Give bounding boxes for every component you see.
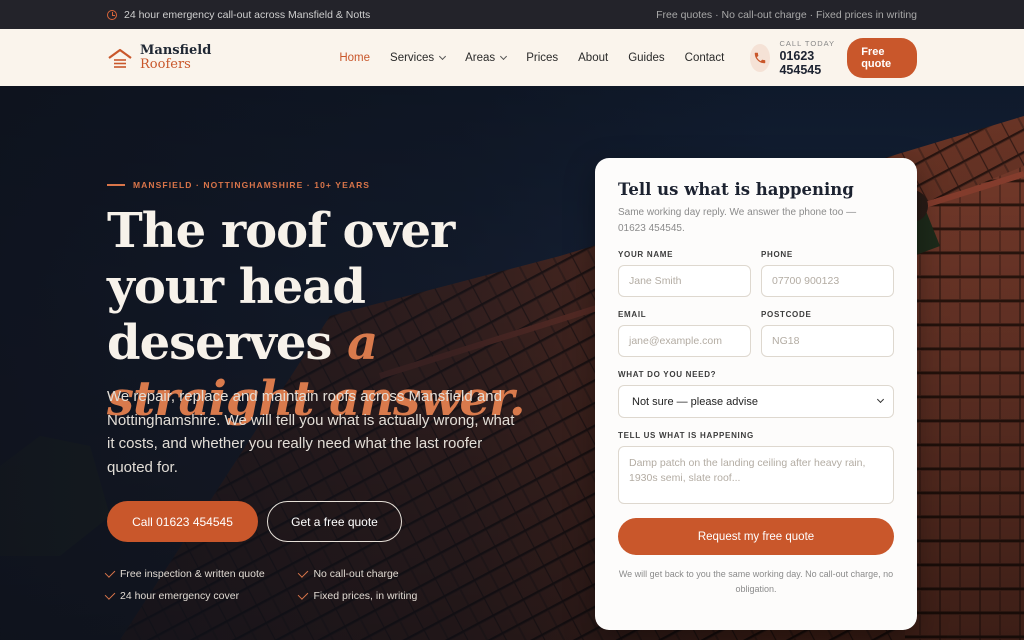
nav-item-areas[interactable]: Areas: [465, 51, 508, 64]
benefit-text: Fixed prices, in writing: [313, 590, 418, 602]
phone-group: PHONE 07700 900123: [761, 250, 894, 297]
need-label: WHAT DO YOU NEED?: [618, 370, 717, 379]
chevron-down-icon: [876, 395, 885, 404]
form-subtitle: Same working day reply. We answer the ph…: [618, 207, 857, 234]
nav-label: Home: [339, 51, 371, 64]
nav-item-contact[interactable]: Contact: [685, 52, 725, 64]
quote-form: Tell us what is happening Same working d…: [595, 158, 917, 630]
postcode-group: POSTCODE NG18: [761, 310, 894, 357]
nav-item-prices[interactable]: Prices: [526, 52, 558, 64]
call-number[interactable]: 01623 454545: [779, 49, 837, 77]
need-select[interactable]: Not sure — please advise: [618, 385, 894, 418]
form-row: YOUR NAME Jane Smith PHONE 07700 900123: [618, 250, 894, 297]
emergency-notice: 24 hour emergency call-out across Mansfi…: [107, 9, 370, 21]
nav-item-about[interactable]: About: [578, 52, 608, 64]
chevron-down-icon: [439, 52, 447, 60]
name-field[interactable]: Jane Smith: [618, 265, 751, 297]
benefit-text: No call-out charge: [313, 568, 399, 580]
usp-text: Free quotes · No call-out charge · Fixed…: [656, 8, 917, 21]
eyebrow-text: MANSFIELD · NOTTINGHAMSHIRE · 10+ YEARS: [133, 180, 371, 190]
details-textarea[interactable]: Damp patch on the landing ceiling after …: [618, 446, 894, 504]
check-icon: [298, 589, 309, 600]
nav-label: Guides: [628, 51, 665, 64]
phone-icon: [750, 43, 771, 72]
chevron-down-icon: [500, 52, 508, 60]
name-label: YOUR NAME: [618, 250, 674, 259]
phone-label: PHONE: [761, 250, 793, 259]
free-quote-button[interactable]: Free quote: [847, 37, 917, 78]
logo-text: Mansfield Roofers: [140, 42, 212, 72]
benefit-text: Free inspection & written quote: [120, 568, 265, 580]
benefit-item: Free inspection & written quote: [104, 567, 284, 580]
benefits-list: Free inspection & written quote No call-…: [104, 567, 437, 602]
call-label: CALL TODAY: [779, 38, 836, 48]
site-header: Mansfield Roofers Home Services Areas Pr…: [0, 29, 1024, 86]
roof-logo-icon: [108, 48, 132, 68]
form-row: EMAIL jane@example.com POSTCODE NG18: [618, 310, 894, 357]
hero-eyebrow: MANSFIELD · NOTTINGHAMSHIRE · 10+ YEARS: [107, 180, 370, 190]
details-group: TELL US WHAT IS HAPPENING Damp patch on …: [618, 431, 894, 504]
check-icon: [104, 567, 116, 578]
name-group: YOUR NAME Jane Smith: [618, 250, 751, 297]
need-value: Not sure — please advise: [632, 395, 758, 408]
nav-item-services[interactable]: Services: [390, 51, 447, 64]
clock-icon: [107, 9, 117, 20]
form-note: We will get back to you the same working…: [618, 569, 894, 594]
form-title: Tell us what is happening: [618, 180, 854, 199]
hero: MANSFIELD · NOTTINGHAMSHIRE · 10+ YEARS …: [0, 86, 1024, 640]
need-group: WHAT DO YOU NEED? Not sure — please advi…: [618, 370, 894, 418]
logo[interactable]: Mansfield Roofers: [107, 42, 212, 72]
eyebrow-rule: [107, 184, 125, 186]
email-label: EMAIL: [618, 310, 647, 319]
nav-item-home[interactable]: Home: [339, 52, 370, 64]
nav-label: Services: [390, 51, 435, 64]
call-today[interactable]: CALL TODAY 01623 454545: [750, 39, 837, 77]
benefit-item: No call-out charge: [298, 567, 437, 580]
hero-lead: We repair, replace and maintain roofs ac…: [107, 388, 515, 476]
logo-line1: Mansfield: [140, 42, 212, 58]
nav-label: About: [578, 51, 609, 64]
submit-button[interactable]: Request my free quote: [618, 518, 894, 555]
call-button[interactable]: Call 01623 454545: [107, 501, 258, 542]
email-field[interactable]: jane@example.com: [618, 325, 751, 357]
logo-line2: Roofers: [140, 56, 191, 72]
details-label: TELL US WHAT IS HAPPENING: [618, 431, 754, 440]
emergency-text: 24 hour emergency call-out across Mansfi…: [124, 8, 371, 21]
phone-field[interactable]: 07700 900123: [761, 265, 894, 297]
benefit-item: Fixed prices, in writing: [298, 589, 437, 602]
benefit-text: 24 hour emergency cover: [120, 590, 240, 602]
get-quote-button[interactable]: Get a free quote: [267, 501, 402, 542]
nav-label: Prices: [526, 51, 559, 64]
check-icon: [298, 567, 309, 578]
postcode-field[interactable]: NG18: [761, 325, 894, 357]
postcode-label: POSTCODE: [761, 310, 812, 319]
check-icon: [104, 589, 116, 600]
top-bar: 24 hour emergency call-out across Mansfi…: [0, 0, 1024, 29]
main-nav: Home Services Areas Prices About Guides …: [339, 52, 724, 64]
benefit-item: 24 hour emergency cover: [104, 589, 284, 602]
email-group: EMAIL jane@example.com: [618, 310, 751, 357]
nav-label: Contact: [684, 51, 725, 64]
headline-text: The roof over your head deserves: [107, 203, 455, 371]
nav-label: Areas: [465, 51, 496, 64]
nav-item-guides[interactable]: Guides: [628, 52, 664, 64]
